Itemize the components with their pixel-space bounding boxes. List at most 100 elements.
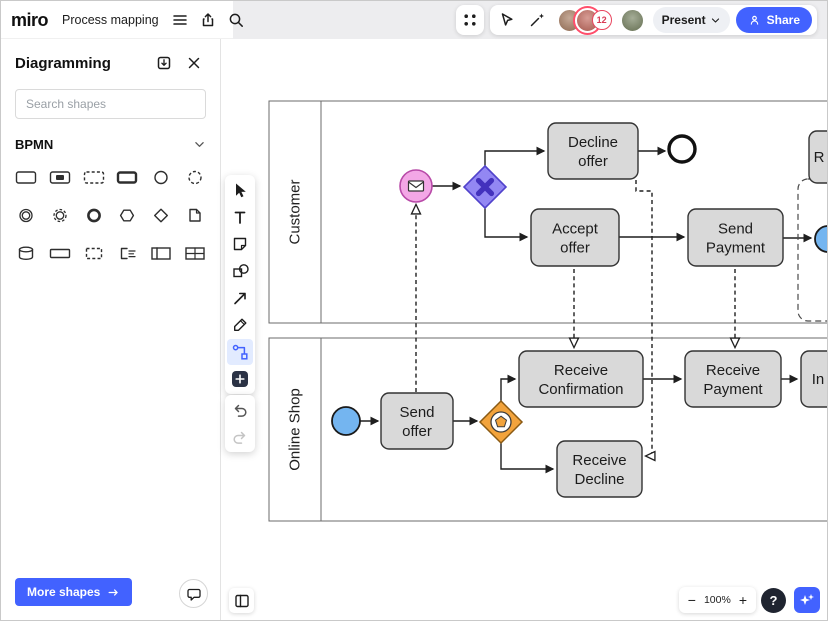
hexagon-shape-icon — [115, 206, 139, 224]
sparkles-icon — [798, 591, 816, 609]
bpmn-intermediate-event[interactable] — [815, 226, 828, 252]
board-title[interactable]: Process mapping — [62, 13, 159, 27]
tool-sticky-note[interactable] — [227, 231, 253, 257]
bpmn-event-gateway[interactable] — [480, 401, 522, 443]
bpmn-task-receive-decline[interactable]: ReceiveDecline — [557, 441, 642, 497]
shape-subprocess[interactable] — [43, 166, 77, 188]
bpmn-sequence-flow[interactable] — [501, 379, 515, 401]
bpmn-exclusive-gateway[interactable] — [464, 166, 506, 208]
miro-app-window: miro Process mapping 12 Present Share — [0, 0, 828, 621]
bpmn-sequence-flow[interactable] — [501, 443, 553, 469]
search-shapes-input[interactable] — [15, 89, 206, 119]
present-button[interactable]: Present — [653, 7, 730, 33]
task-label: R — [814, 149, 825, 166]
chat-icon — [185, 585, 203, 603]
menu-button[interactable] — [168, 8, 192, 32]
arrow-icon — [231, 289, 249, 307]
search-button[interactable] — [224, 8, 248, 32]
shape-group-small[interactable] — [77, 242, 111, 264]
shape-task[interactable] — [9, 166, 43, 188]
redo-button[interactable] — [227, 424, 253, 450]
tool-shapes[interactable] — [227, 258, 253, 284]
shape-intermediate-event[interactable] — [9, 204, 43, 226]
tool-add-more[interactable] — [227, 366, 253, 392]
frames-icon — [233, 592, 251, 610]
frames-panel-button[interactable] — [229, 588, 254, 613]
history-toolbar — [225, 395, 255, 452]
bpmn-start-event[interactable] — [332, 407, 360, 435]
bpmn-section-label: BPMN — [15, 137, 53, 152]
shape-annotation[interactable] — [110, 242, 144, 264]
close-panel-button[interactable] — [182, 51, 206, 75]
share-person-icon — [748, 14, 761, 27]
chevron-down-icon — [710, 15, 721, 26]
redo-icon — [231, 428, 249, 446]
tool-pen[interactable] — [227, 312, 253, 338]
tool-connector[interactable] — [227, 339, 253, 365]
collaborator-count-badge[interactable]: 12 — [592, 10, 612, 30]
shape-end-event[interactable] — [77, 204, 111, 226]
export-button[interactable] — [196, 8, 220, 32]
shape-event-non-interrupting[interactable] — [178, 166, 212, 188]
shape-intermediate-non-interrupting[interactable] — [43, 204, 77, 226]
shape-call-activity[interactable] — [110, 166, 144, 188]
group-dashed-shape-icon — [82, 168, 106, 186]
shape-horizontal-pool[interactable] — [43, 242, 77, 264]
zoom-in-button[interactable]: + — [739, 593, 747, 607]
share-button[interactable]: Share — [736, 7, 812, 33]
horizontal-pool-shape-icon — [48, 244, 72, 262]
bpmn-message-flow[interactable] — [636, 180, 652, 456]
menu-icon — [171, 11, 189, 29]
bpmn-task-accept-offer[interactable]: Acceptoffer — [531, 209, 619, 266]
collapse-panel-button[interactable] — [152, 51, 176, 75]
tool-select[interactable] — [227, 177, 253, 203]
zoom-out-button[interactable]: − — [688, 593, 696, 607]
more-shapes-label: More shapes — [27, 585, 100, 599]
bpmn-sequence-flow[interactable] — [485, 208, 527, 237]
tool-arrow[interactable] — [227, 285, 253, 311]
shape-start-event[interactable] — [144, 166, 178, 188]
more-shapes-button[interactable]: More shapes — [15, 578, 132, 606]
undo-button[interactable] — [227, 397, 253, 423]
shape-hexagon[interactable] — [110, 204, 144, 226]
panel-header: Diagramming — [1, 39, 220, 83]
bpmn-section-header[interactable]: BPMN — [1, 125, 220, 158]
bpmn-task-send-offer[interactable]: Sendoffer — [381, 393, 453, 449]
avatar[interactable] — [620, 8, 645, 33]
bpmn-sequence-flow[interactable] — [485, 151, 544, 166]
intermediate-event-shape-icon — [14, 206, 38, 224]
shape-data-store[interactable] — [9, 242, 43, 264]
bpmn-task-send-payment[interactable]: SendPayment — [688, 209, 783, 266]
zoom-level[interactable]: 100% — [704, 594, 731, 606]
envelope-icon — [409, 181, 424, 191]
shape-data-object[interactable] — [178, 204, 212, 226]
magic-pen-button[interactable] — [525, 8, 549, 32]
session-toolbar: 12 Present Share — [490, 5, 817, 35]
follow-cursor-icon — [498, 11, 516, 29]
board-canvas[interactable]: CustomerOnline ShopDeclineofferAcceptoff… — [221, 39, 828, 621]
follow-cursor-button[interactable] — [495, 8, 519, 32]
sticky-note-icon — [231, 235, 249, 253]
bpmn-task-decline-offer[interactable]: Declineoffer — [548, 123, 638, 179]
chat-button[interactable] — [179, 579, 208, 608]
shape-group-dashed[interactable] — [77, 166, 111, 188]
bpmn-task-in[interactable]: In — [801, 351, 828, 407]
bpmn-end-event[interactable] — [669, 136, 695, 162]
bpmn-task-receive-payment[interactable]: ReceivePayment — [685, 351, 781, 407]
creation-toolbar — [225, 175, 255, 394]
bpmn-message-event[interactable] — [400, 170, 432, 202]
shape-gateway[interactable] — [144, 204, 178, 226]
search-wrap — [1, 83, 220, 125]
shape-pool-lanes[interactable] — [144, 242, 178, 264]
apps-button[interactable] — [456, 5, 484, 35]
tool-text[interactable] — [227, 204, 253, 230]
bpmn-task-receive-confirmation[interactable]: ReceiveConfirmation — [519, 351, 643, 407]
miro-logo[interactable]: miro — [11, 11, 48, 29]
help-button[interactable]: ? — [761, 588, 786, 613]
task-label: In — [812, 371, 825, 388]
close-icon — [185, 54, 203, 72]
bpmn-task-r[interactable]: R — [809, 131, 828, 183]
intermediate-non-interrupting-shape-icon — [48, 206, 72, 224]
shape-table[interactable] — [178, 242, 212, 264]
assist-button[interactable] — [794, 587, 820, 613]
